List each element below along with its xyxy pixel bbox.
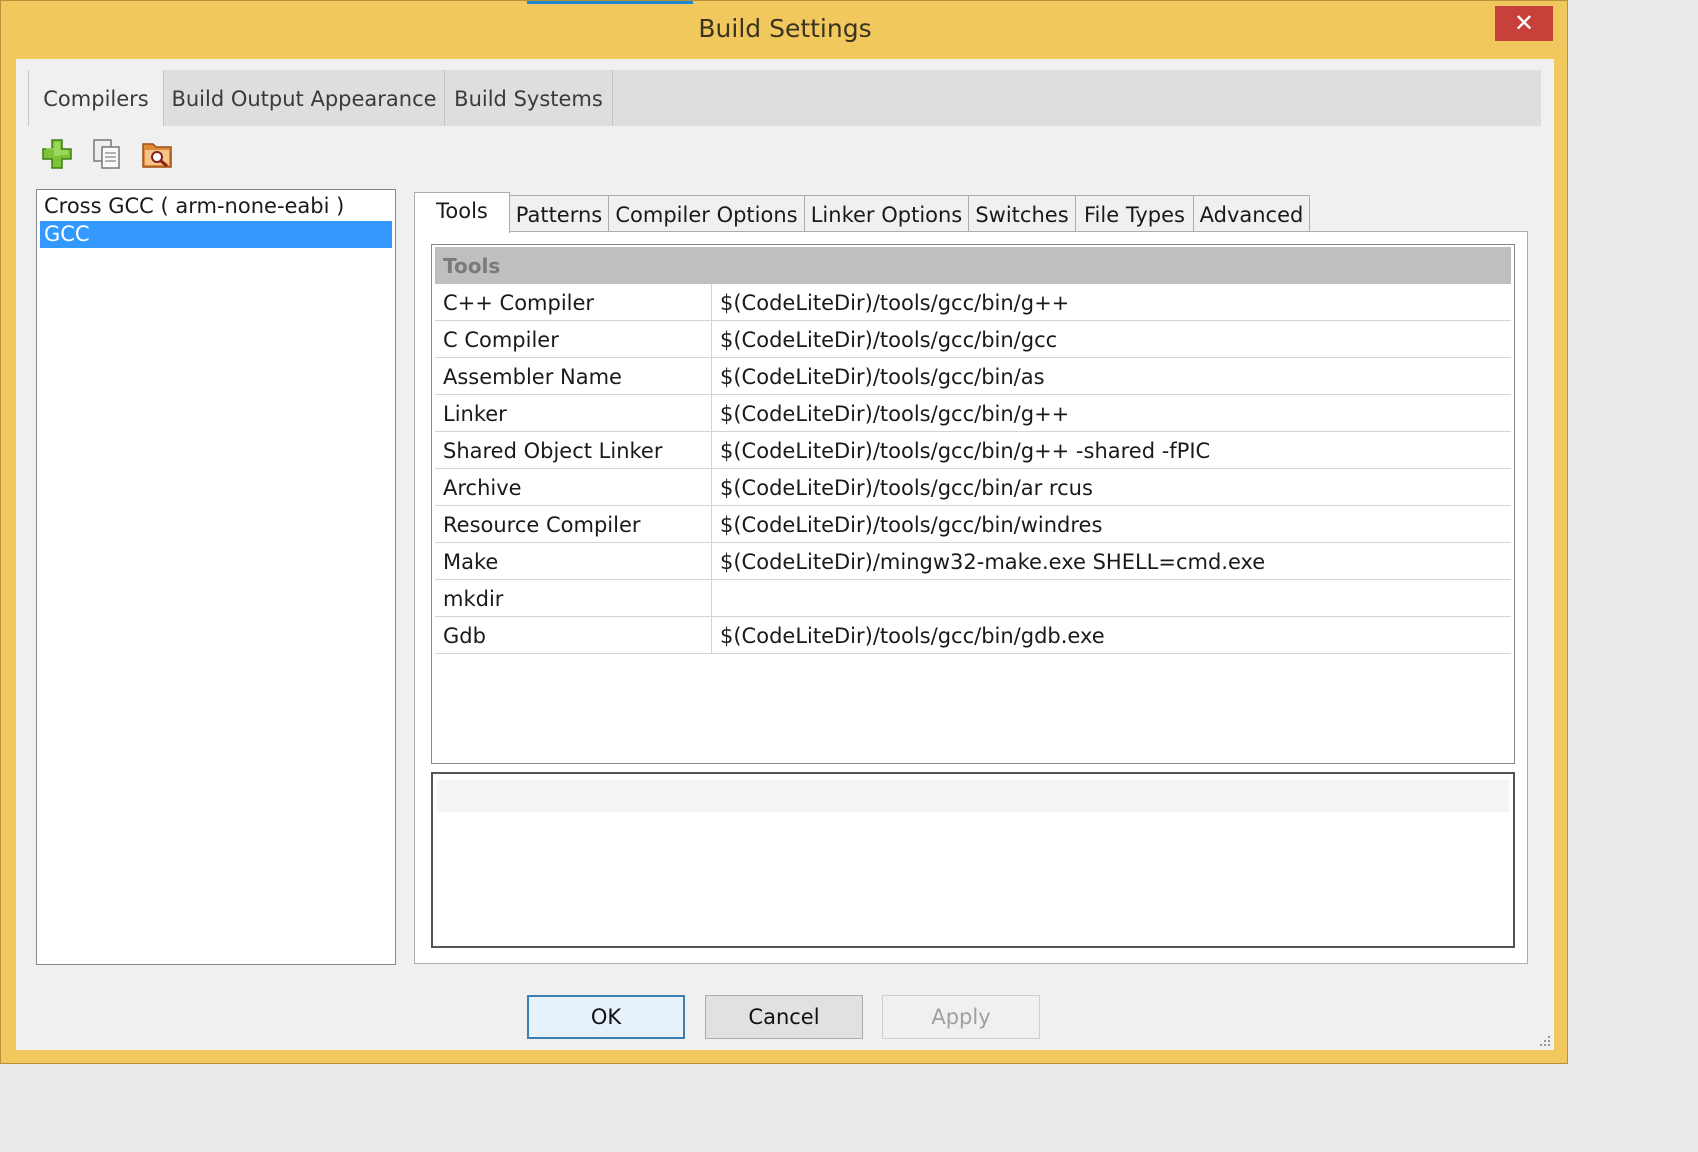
property-name: C++ Compiler — [435, 284, 712, 320]
property-name: Archive — [435, 469, 712, 505]
settings-tabbar: Compilers Build Output Appearance Build … — [28, 70, 1541, 126]
property-value[interactable]: $(CodeLiteDir)/tools/gcc/bin/windres — [712, 506, 1511, 542]
property-value[interactable]: $(CodeLiteDir)/tools/gcc/bin/gcc — [712, 321, 1511, 357]
property-name: Shared Object Linker — [435, 432, 712, 468]
cancel-button[interactable]: Cancel — [705, 995, 863, 1039]
property-description-box — [431, 772, 1515, 948]
tab-file-types[interactable]: File Types — [1075, 195, 1194, 232]
table-row[interactable]: Shared Object Linker $(CodeLiteDir)/tool… — [435, 432, 1511, 469]
list-item-gcc[interactable]: GCC — [40, 221, 392, 248]
close-icon: ✕ — [1513, 9, 1535, 37]
resize-grip-icon[interactable] — [1536, 1032, 1552, 1048]
compiler-list[interactable]: Cross GCC ( arm-none-eabi ) GCC — [36, 189, 396, 965]
tab-compiler-options[interactable]: Compiler Options — [608, 195, 805, 232]
property-name: Assembler Name — [435, 358, 712, 394]
property-value[interactable]: $(CodeLiteDir)/tools/gcc/bin/g++ — [712, 395, 1511, 431]
property-value[interactable]: $(CodeLiteDir)/tools/gcc/bin/as — [712, 358, 1511, 394]
property-value[interactable]: $(CodeLiteDir)/tools/gcc/bin/g++ -shared… — [712, 432, 1511, 468]
property-value[interactable]: $(CodeLiteDir)/tools/gcc/bin/ar rcus — [712, 469, 1511, 505]
dialog-client-area: Compilers Build Output Appearance Build … — [16, 59, 1554, 1050]
property-name: Gdb — [435, 617, 712, 653]
tools-property-grid[interactable]: Tools C++ Compiler $(CodeLiteDir)/tools/… — [431, 244, 1515, 764]
tab-build-systems[interactable]: Build Systems — [445, 70, 613, 126]
tab-advanced[interactable]: Advanced — [1193, 195, 1310, 232]
add-compiler-icon[interactable] — [40, 137, 74, 171]
property-value[interactable]: $(CodeLiteDir)/mingw32-make.exe SHELL=cm… — [712, 543, 1511, 579]
table-row[interactable]: Resource Compiler $(CodeLiteDir)/tools/g… — [435, 506, 1511, 543]
property-value[interactable] — [712, 580, 1511, 616]
property-name: C Compiler — [435, 321, 712, 357]
table-row[interactable]: C Compiler $(CodeLiteDir)/tools/gcc/bin/… — [435, 321, 1511, 358]
tab-patterns[interactable]: Patterns — [509, 195, 609, 232]
table-row[interactable]: C++ Compiler $(CodeLiteDir)/tools/gcc/bi… — [435, 284, 1511, 321]
window-title: Build Settings — [698, 14, 872, 43]
build-settings-dialog: Build Settings ✕ Compilers Build Output … — [0, 0, 1568, 1064]
tab-compilers[interactable]: Compilers — [28, 70, 164, 126]
property-value[interactable]: $(CodeLiteDir)/tools/gcc/bin/g++ — [712, 284, 1511, 320]
table-row[interactable]: Assembler Name $(CodeLiteDir)/tools/gcc/… — [435, 358, 1511, 395]
property-name: mkdir — [435, 580, 712, 616]
property-name: Make — [435, 543, 712, 579]
tab-build-output-appearance[interactable]: Build Output Appearance — [164, 70, 445, 126]
title-bar[interactable]: Build Settings ✕ — [1, 1, 1569, 59]
description-title — [437, 780, 1509, 812]
tools-panel: Tools C++ Compiler $(CodeLiteDir)/tools/… — [414, 231, 1528, 964]
table-row[interactable]: Make $(CodeLiteDir)/mingw32-make.exe SHE… — [435, 543, 1511, 580]
tab-linker-options[interactable]: Linker Options — [804, 195, 969, 232]
apply-button[interactable]: Apply — [882, 995, 1040, 1039]
grid-category-header[interactable]: Tools — [435, 247, 1511, 284]
property-name: Linker — [435, 395, 712, 431]
property-name: Resource Compiler — [435, 506, 712, 542]
close-button[interactable]: ✕ — [1495, 6, 1553, 41]
property-value[interactable]: $(CodeLiteDir)/tools/gcc/bin/gdb.exe — [712, 617, 1511, 653]
ok-button[interactable]: OK — [527, 995, 685, 1039]
tab-tools[interactable]: Tools — [414, 192, 510, 233]
table-row[interactable]: Gdb $(CodeLiteDir)/tools/gcc/bin/gdb.exe — [435, 617, 1511, 654]
tab-switches[interactable]: Switches — [968, 195, 1076, 232]
copy-compiler-icon[interactable] — [90, 137, 124, 171]
table-row[interactable]: Linker $(CodeLiteDir)/tools/gcc/bin/g++ — [435, 395, 1511, 432]
table-row[interactable]: Archive $(CodeLiteDir)/tools/gcc/bin/ar … — [435, 469, 1511, 506]
scan-compilers-icon[interactable] — [140, 137, 174, 171]
list-item-cross-gcc[interactable]: Cross GCC ( arm-none-eabi ) — [40, 193, 392, 220]
table-row[interactable]: mkdir — [435, 580, 1511, 617]
